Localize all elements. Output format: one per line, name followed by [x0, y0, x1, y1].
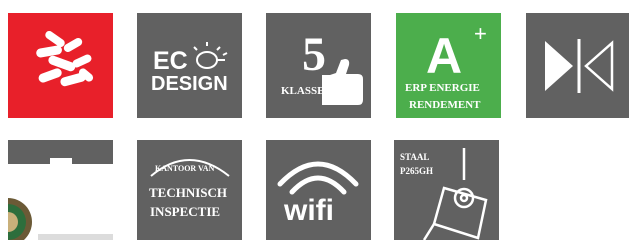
kantoor-line1: KANTOOR VAN: [155, 164, 215, 173]
mirror-symmetry-icon: [545, 39, 614, 93]
product-photo-image: [8, 198, 113, 240]
kantoor-line3: INSPECTIE: [150, 204, 221, 219]
lightbulb-icon: [193, 42, 228, 69]
heating-elements-tile: [8, 13, 113, 118]
energy-rating-tile: A + ERP ENERGIE RENDEMENT: [396, 13, 501, 118]
wifi-label: wifi: [284, 194, 334, 227]
thumbs-up-icon: [322, 59, 363, 105]
mirror-tile: [526, 13, 629, 118]
kantoor-line2: TECHNISCH: [149, 185, 228, 200]
kantoor-tile: KANTOOR VAN TECHNISCH INSPECTIE: [137, 140, 242, 240]
product-photo-tile: [8, 140, 113, 240]
steel-hook-icon: [422, 148, 488, 240]
staal-tile: STAAL P265GH: [394, 140, 499, 240]
energy-plus: +: [474, 21, 487, 46]
energy-line1: ERP ENERGIE: [405, 82, 480, 94]
klasse-tile: 5 KLASSE: [266, 13, 371, 118]
ecodesign-design-text: DESIGN: [151, 73, 228, 95]
energy-line2: RENDEMENT: [409, 99, 481, 111]
heating-elements-icon: [36, 30, 94, 87]
klasse-label: KLASSE: [281, 85, 325, 97]
ecodesign-tile: EC DESIGN: [137, 13, 242, 118]
energy-grade: A: [426, 28, 463, 84]
wifi-tile: wifi: [266, 140, 371, 240]
